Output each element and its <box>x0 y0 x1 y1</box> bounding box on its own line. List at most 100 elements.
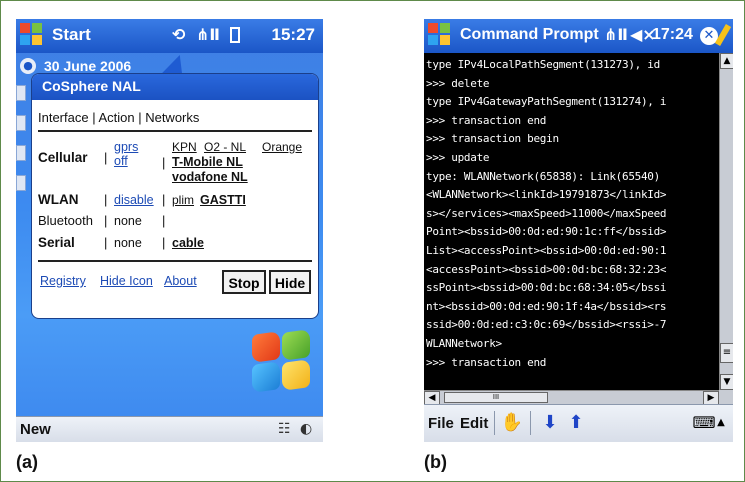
command-prompt-title-bar: Command Prompt ⋔Ⅱ ◀× 17:24 ✕ <box>424 19 733 53</box>
console-line: ssid>00:0d:ed:c3:0c:69</bssid><rssi>-7 <box>426 318 667 332</box>
console-line: List><accessPoint><bssid>00:0d:ed:90:1 <box>426 244 667 257</box>
caption-a: (a) <box>16 452 38 472</box>
start-title-bar: Start ⟲ ⋔Ⅱ 15:27 <box>16 19 323 53</box>
separator: | <box>162 155 166 170</box>
toolbar-separator <box>530 411 531 435</box>
row-label-serial: Serial <box>38 235 75 250</box>
console-line: WLANNetwork> <box>426 337 502 350</box>
hide-icon-link[interactable]: Hide Icon <box>100 274 153 288</box>
arrow-up-icon[interactable]: ⬆ <box>564 411 588 435</box>
windows-start-icon[interactable] <box>428 23 452 47</box>
edit-menu[interactable]: Edit <box>460 415 488 432</box>
today-date: 30 June 2006 <box>44 58 132 74</box>
action-gprs-link[interactable]: gprs <box>114 140 138 154</box>
screen-b-command-prompt: Command Prompt ⋔Ⅱ ◀× 17:24 ✕ type IPv4Lo… <box>424 19 733 442</box>
console-line: ssPoint><bssid>00:0d:bc:68:34:05</bssi <box>426 281 667 295</box>
scroll-thumb[interactable]: ≡ <box>720 343 733 363</box>
separator: | <box>104 213 108 228</box>
console-line: <WLANNetwork><linkId>19791873</linkId> <box>426 188 667 202</box>
new-softkey[interactable]: New <box>20 421 51 438</box>
footer-divider <box>38 260 312 262</box>
network-tmobile-link[interactable]: T-Mobile NL <box>172 155 243 169</box>
separator: | <box>162 192 166 207</box>
clock[interactable]: 17:24 <box>652 26 693 44</box>
keyboard-icon[interactable]: ⌨ <box>692 411 716 435</box>
network-orange-link[interactable]: Orange <box>262 140 302 154</box>
console-line: type IPv4GatewayPathSegment(131274), i <box>426 95 667 109</box>
row-label-wlan: WLAN <box>38 192 79 207</box>
file-menu[interactable]: File <box>428 415 454 432</box>
signal-antenna-icon[interactable]: ⋔Ⅱ <box>604 27 628 43</box>
network-connection-icon[interactable]: ☷ <box>278 421 291 437</box>
separator: | <box>104 235 108 250</box>
console-line: Point><bssid>00:0d:ed:90:1c:ff</bssid> <box>426 225 667 239</box>
battery-icon[interactable] <box>230 27 240 43</box>
network-cable-link[interactable]: cable <box>172 236 204 250</box>
bubble-title: CoSphere NAL <box>42 78 141 94</box>
separator: | <box>162 213 166 228</box>
menu-bar: File Edit ✋ ⬇ ⬆ ⌨ ▲ <box>424 404 733 442</box>
vertical-scrollbar[interactable]: ▲ ≡ ▼ <box>719 53 733 390</box>
today-item-icon[interactable] <box>16 115 26 131</box>
scroll-down-icon[interactable]: ▼ <box>720 374 733 390</box>
separator: | <box>162 235 166 250</box>
scroll-corner <box>719 390 733 404</box>
separator: | <box>104 192 108 207</box>
registry-link[interactable]: Registry <box>40 274 86 288</box>
console-line: >>> transaction end <box>426 113 547 127</box>
console-line: nt><bssid>00:0d:ed:90:1f:4a</bssid><rs <box>426 299 667 313</box>
today-item-icon[interactable] <box>16 175 26 191</box>
today-item-icon[interactable] <box>16 85 26 101</box>
action-off-link[interactable]: off <box>114 154 128 168</box>
network-gastti-link[interactable]: GASTTI <box>200 193 246 207</box>
horizontal-scroll-thumb[interactable]: III <box>444 392 548 403</box>
cosphere-tray-icon[interactable]: ◐ <box>300 421 312 437</box>
bubble-header: CoSphere NAL <box>32 74 318 100</box>
console-line: >>> update <box>426 151 490 164</box>
signal-antenna-icon[interactable]: ⋔Ⅱ <box>196 27 220 43</box>
action-disable-link[interactable]: disable <box>114 193 154 207</box>
clock[interactable]: 15:27 <box>272 25 315 45</box>
caption-b: (b) <box>424 452 447 472</box>
network-kpn-link[interactable]: KPN <box>172 140 197 154</box>
header-divider <box>38 130 312 132</box>
arrow-down-icon[interactable]: ⬇ <box>538 411 562 435</box>
horizontal-scrollbar[interactable]: ◀ III ▶ <box>424 390 719 405</box>
toolbar-separator <box>494 411 495 435</box>
console-output[interactable]: type IPv4LocalPathSegment(131273), id >>>… <box>424 53 719 390</box>
scroll-up-icon[interactable]: ▲ <box>720 53 733 69</box>
windows-flag-logo <box>248 329 312 393</box>
console-line: >>> transaction end <box>426 355 547 369</box>
input-menu-arrow-icon[interactable]: ▲ <box>714 411 728 435</box>
screen-a-today: Start ⟲ ⋔Ⅱ 15:27 ● 30 June 2006 CoSphere… <box>16 19 323 442</box>
network-vodafone-link[interactable]: vodafone NL <box>172 170 248 184</box>
app-title: Command Prompt <box>460 26 599 43</box>
network-plim-link[interactable]: plim <box>172 193 194 207</box>
about-link[interactable]: About <box>164 274 197 288</box>
console-line: >>> delete <box>426 76 490 90</box>
console-line: type IPv4LocalPathSegment(131273), id <box>426 58 660 71</box>
stop-hand-icon[interactable]: ✋ <box>500 411 524 435</box>
hide-button[interactable]: Hide <box>269 270 311 294</box>
stop-button[interactable]: Stop <box>222 270 266 294</box>
network-o2-link[interactable]: O2 - NL <box>204 140 246 154</box>
today-item-icon[interactable] <box>16 145 26 161</box>
sync-icon[interactable]: ⟲ <box>172 27 185 43</box>
windows-start-icon[interactable] <box>20 23 44 47</box>
separator: | <box>104 150 108 165</box>
console-line: type: WLANNetwork(65838): Link(65540) <box>426 169 660 183</box>
action-none-text: none <box>114 236 142 250</box>
calendar-icon: ● <box>20 58 36 74</box>
row-label-bluetooth: Bluetooth <box>38 213 93 228</box>
softkey-bar: New ☷ ◐ <box>16 416 323 442</box>
cosphere-nal-bubble: CoSphere NAL Interface | Action | Networ… <box>31 73 319 319</box>
table-header: Interface | Action | Networks <box>38 110 200 125</box>
console-line: s></services><maxSpeed>11000</maxSpeed <box>426 206 667 220</box>
console-line: <accessPoint><bssid>00:0d:bc:68:32:23< <box>426 262 667 276</box>
scroll-right-icon[interactable]: ▶ <box>703 391 719 405</box>
row-label-cellular: Cellular <box>38 150 88 165</box>
scroll-left-icon[interactable]: ◀ <box>424 391 440 405</box>
action-none-text: none <box>114 214 142 228</box>
console-line: >>> transaction begin <box>426 132 559 146</box>
start-title[interactable]: Start <box>52 25 91 45</box>
